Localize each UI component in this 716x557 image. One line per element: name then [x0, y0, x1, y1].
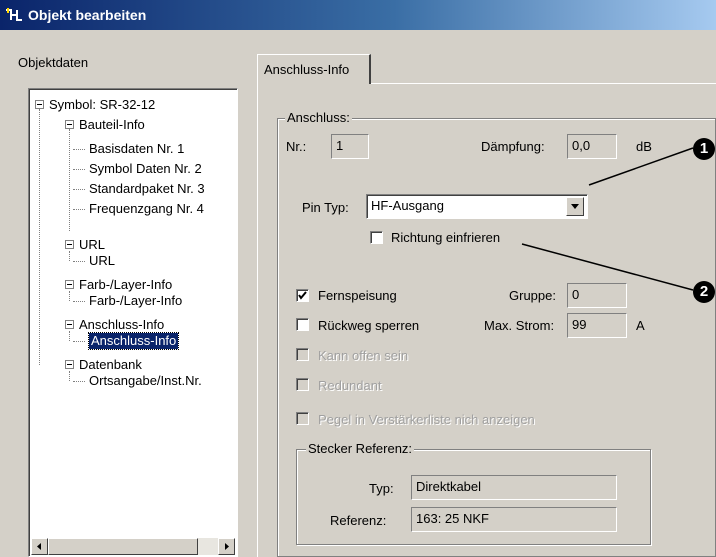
fernspeisung-label: Fernspeisung: [318, 288, 397, 303]
max-strom-label: Max. Strom:: [484, 318, 555, 333]
max-strom-field: 99: [567, 313, 627, 338]
app-icon: [4, 5, 24, 25]
pegel-checkbox: [296, 412, 309, 425]
collapse-toggle-icon[interactable]: [35, 100, 44, 109]
referenz-label: Referenz:: [330, 513, 387, 528]
callout-marker-one: 1: [693, 138, 715, 160]
anschluss-group-label: Anschluss:: [285, 110, 352, 125]
collapse-toggle-icon[interactable]: [65, 120, 74, 129]
richtung-label: Richtung einfrieren: [391, 230, 501, 245]
pegel-label: Pegel in Verstärkerliste nich anzeigen: [318, 412, 535, 427]
object-tree[interactable]: Symbol: SR-32-12 Bauteil-Info Basisdaten…: [28, 88, 238, 557]
kann-offen-label: Kann offen sein: [318, 348, 409, 363]
tree-item-symbol-daten[interactable]: Symbol Daten Nr. 2: [89, 161, 202, 177]
tree-item-url[interactable]: URL: [79, 237, 105, 253]
rueckweg-checkbox[interactable]: [296, 318, 309, 331]
typ-field: Direktkabel: [411, 475, 617, 500]
tree-item-farb-layer[interactable]: Farb-/Layer-Info: [79, 277, 172, 293]
collapse-toggle-icon[interactable]: [65, 360, 74, 369]
tree-item-standardpaket[interactable]: Standardpaket Nr. 3: [89, 181, 205, 197]
collapse-toggle-icon[interactable]: [65, 320, 74, 329]
scroll-thumb[interactable]: [48, 538, 198, 555]
tree-item-farb-layer-child[interactable]: Farb-/Layer-Info: [89, 293, 182, 309]
rueckweg-label: Rückweg sperren: [318, 318, 420, 333]
daempfung-label: Dämpfung:: [481, 139, 545, 154]
typ-label: Typ:: [369, 481, 394, 496]
tree-item-url-child[interactable]: URL: [89, 253, 115, 269]
callout-marker-two: 2: [693, 281, 715, 303]
collapse-toggle-icon[interactable]: [65, 240, 74, 249]
collapse-toggle-icon[interactable]: [65, 280, 74, 289]
tree-item-anschluss-selected[interactable]: Anschluss-Info: [87, 332, 180, 350]
tree-item-anschluss[interactable]: Anschluss-Info: [79, 317, 164, 333]
pin-typ-select[interactable]: HF-Ausgang: [366, 194, 588, 219]
fernspeisung-checkbox[interactable]: [296, 289, 309, 302]
checkmark-icon: [298, 291, 307, 300]
scroll-left-icon[interactable]: [31, 538, 48, 555]
gruppe-label: Gruppe:: [509, 288, 556, 303]
nr-field: 1: [331, 134, 369, 159]
referenz-field: 163: 25 NKF: [411, 507, 617, 532]
scroll-right-icon[interactable]: [218, 538, 235, 555]
redundant-label: Redundant: [318, 378, 382, 393]
nr-label: Nr.:: [286, 139, 307, 154]
title-bar: Objekt bearbeiten: [0, 0, 716, 30]
pin-typ-value: HF-Ausgang: [371, 198, 444, 213]
stecker-group-label: Stecker Referenz:: [306, 441, 415, 456]
tree-item-datenbank[interactable]: Datenbank: [79, 357, 142, 373]
daempfung-field: 0,0: [567, 134, 617, 159]
tree-item-symbol[interactable]: Symbol: SR-32-12: [49, 97, 155, 113]
tree-item-ortsangabe[interactable]: Ortsangabe/Inst.Nr.: [89, 373, 202, 389]
kann-offen-checkbox: [296, 348, 309, 361]
pin-typ-label: Pin Typ:: [302, 200, 349, 215]
objektdaten-heading: Objektdaten: [18, 55, 89, 70]
chevron-down-icon[interactable]: [566, 197, 584, 216]
max-strom-unit: A: [636, 318, 645, 333]
richtung-checkbox[interactable]: [370, 231, 383, 244]
gruppe-field: 0: [567, 283, 627, 308]
redundant-checkbox: [296, 378, 309, 391]
daempfung-unit: dB: [636, 139, 652, 154]
tree-item-bauteil-info[interactable]: Bauteil-Info: [79, 117, 145, 133]
tree-item-basisdaten[interactable]: Basisdaten Nr. 1: [89, 141, 184, 157]
horizontal-scrollbar[interactable]: [31, 538, 235, 555]
tab-anschluss-info[interactable]: Anschluss-Info: [257, 54, 371, 84]
window-title: Objekt bearbeiten: [28, 7, 147, 23]
tree-item-frequenzgang[interactable]: Frequenzgang Nr. 4: [89, 201, 204, 217]
